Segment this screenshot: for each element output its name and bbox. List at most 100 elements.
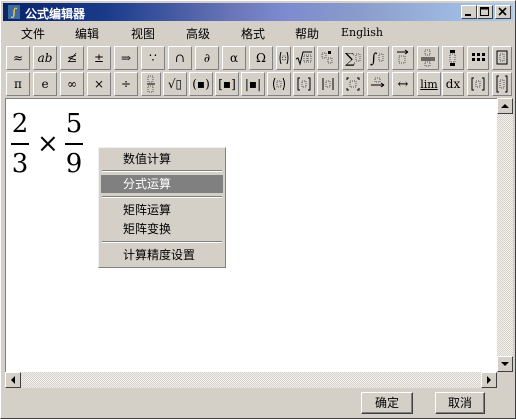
scroll-left-button[interactable] bbox=[5, 372, 21, 388]
matrix-template-button[interactable] bbox=[467, 46, 489, 70]
parens-icon: (▪) bbox=[192, 77, 210, 91]
fraction-bar-1 bbox=[11, 143, 29, 145]
menu-help[interactable]: 帮助 bbox=[295, 25, 319, 42]
symbol-toolbar: ≈ ab ≰ ± ⇒ ∵ ∩ ∂ α Ω ∑ ∫ bbox=[5, 46, 513, 71]
pi-icon: π bbox=[14, 77, 22, 91]
bracket-pair-icon bbox=[471, 77, 485, 91]
sum-template-button[interactable]: ∑ bbox=[342, 46, 364, 70]
paren-template-button[interactable] bbox=[267, 72, 291, 96]
bar-template-icon bbox=[322, 78, 334, 90]
subscript-template-button[interactable] bbox=[317, 46, 339, 70]
integral-template-button[interactable]: ∫ bbox=[367, 46, 389, 70]
menu-file[interactable]: 文件 bbox=[21, 25, 45, 42]
divide-button[interactable]: ÷ bbox=[114, 72, 138, 96]
ok-button[interactable]: 确定 bbox=[361, 392, 413, 414]
approx-icon: ≈ bbox=[12, 51, 24, 65]
menu-fraction-calc[interactable]: 分式运算 bbox=[101, 175, 223, 193]
differential-icon: dx bbox=[445, 77, 461, 91]
brackets-button[interactable]: [▪] bbox=[215, 72, 239, 96]
fraction-button[interactable] bbox=[141, 72, 161, 96]
spacing-button[interactable]: ab bbox=[33, 46, 57, 70]
overbar-template-button[interactable] bbox=[392, 46, 414, 70]
product-template-button[interactable] bbox=[442, 46, 464, 70]
numerator-2[interactable]: 5 bbox=[65, 109, 83, 139]
arrow-button[interactable]: ⇒ bbox=[114, 46, 138, 70]
bracket-template-button[interactable] bbox=[293, 72, 315, 96]
limit-icon: lim bbox=[420, 77, 438, 91]
calculus-button[interactable]: ∂ bbox=[195, 46, 219, 70]
title-bar[interactable]: ∫ 公式编辑器 bbox=[3, 3, 513, 21]
double-arrow-button[interactable]: ↔ bbox=[392, 72, 414, 96]
sqrt-button[interactable]: √▯ bbox=[163, 72, 187, 96]
svg-text:∫: ∫ bbox=[370, 51, 377, 67]
times-icon: × bbox=[93, 77, 105, 91]
formula-editing-area[interactable] bbox=[5, 98, 497, 372]
fraction-icon bbox=[147, 75, 155, 93]
scrollbar-corner bbox=[497, 372, 513, 388]
menu-precision-settings[interactable]: 计算精度设置 bbox=[101, 246, 223, 264]
integral-template-icon: ∫ bbox=[370, 51, 384, 67]
minimize-button[interactable] bbox=[461, 5, 477, 19]
arrow-label-template-button[interactable] bbox=[417, 46, 439, 70]
context-menu: 数值计算 分式运算 矩阵运算 矩阵变换 计算精度设置 bbox=[98, 147, 226, 268]
arrow-over-button[interactable] bbox=[367, 72, 389, 96]
scroll-right-button[interactable] bbox=[481, 372, 497, 388]
infinity-button[interactable]: ∞ bbox=[60, 72, 84, 96]
operator-button[interactable]: ± bbox=[87, 46, 111, 70]
limit-button[interactable]: lim bbox=[417, 72, 441, 96]
fraction-bar-2 bbox=[65, 143, 83, 145]
fence-template-button[interactable] bbox=[276, 46, 291, 70]
partial-icon: ∂ bbox=[203, 51, 211, 65]
menu-matrix-calc[interactable]: 矩阵运算 bbox=[101, 201, 223, 219]
pi-button[interactable]: π bbox=[6, 72, 30, 96]
menu-numeric-calc[interactable]: 数值计算 bbox=[101, 150, 223, 168]
times-button[interactable]: × bbox=[87, 72, 111, 96]
maximize-button[interactable] bbox=[477, 5, 493, 19]
product-template-icon bbox=[449, 50, 456, 66]
menu-view[interactable]: 视图 bbox=[131, 25, 155, 42]
menu-bar: 文件 编辑 视图 高级 格式 帮助 English bbox=[3, 22, 513, 42]
brace-template-button[interactable] bbox=[492, 72, 512, 96]
alpha-icon: α bbox=[229, 51, 239, 65]
formula-editor-window: ∫ 公式编辑器 文件 编辑 视图 高级 格式 帮助 English ≈ ab ≰… bbox=[0, 0, 516, 419]
logic-button[interactable]: ∵ bbox=[141, 46, 165, 70]
subscript-template-icon bbox=[321, 51, 333, 64]
vertical-scrollbar[interactable] bbox=[497, 98, 513, 372]
parens-button[interactable]: (▪) bbox=[189, 72, 213, 96]
denominator-2[interactable]: 9 bbox=[65, 149, 83, 179]
relation-button[interactable]: ≰ bbox=[60, 46, 84, 70]
differential-button[interactable]: dx bbox=[442, 72, 464, 96]
close-button[interactable] bbox=[495, 5, 511, 19]
horizontal-scrollbar[interactable] bbox=[5, 372, 497, 388]
overbar-template-icon bbox=[397, 49, 409, 64]
numerator-1[interactable]: 2 bbox=[11, 109, 29, 139]
svg-text:∑: ∑ bbox=[345, 51, 355, 67]
greek-lower-button[interactable]: α bbox=[222, 46, 246, 70]
matrix-box-button[interactable] bbox=[342, 72, 364, 96]
set-button[interactable]: ∩ bbox=[168, 46, 192, 70]
abs-icon: |▪| bbox=[244, 77, 262, 91]
double-arrow-icon: ↔ bbox=[397, 76, 409, 92]
radical-template-icon bbox=[295, 51, 312, 66]
times-operator[interactable]: × bbox=[37, 129, 59, 159]
menu-matrix-transform[interactable]: 矩阵变换 bbox=[101, 220, 223, 238]
box-template-button[interactable] bbox=[492, 46, 512, 70]
approx-button[interactable]: ≈ bbox=[6, 46, 30, 70]
e-button[interactable]: e bbox=[33, 72, 57, 96]
scroll-down-button[interactable] bbox=[497, 356, 513, 372]
bracket-pair-button[interactable] bbox=[467, 72, 489, 96]
menu-format[interactable]: 格式 bbox=[241, 25, 265, 42]
bar-template-button[interactable] bbox=[317, 72, 339, 96]
scroll-up-button[interactable] bbox=[497, 98, 513, 114]
abs-button[interactable]: |▪| bbox=[241, 72, 265, 96]
greek-upper-button[interactable]: Ω bbox=[249, 46, 273, 70]
cancel-button[interactable]: 取消 bbox=[435, 392, 485, 414]
menu-edit[interactable]: 编辑 bbox=[75, 25, 99, 42]
arrow-left-icon bbox=[11, 376, 15, 384]
matrix-box-icon bbox=[346, 77, 360, 91]
menu-separator bbox=[102, 241, 222, 243]
denominator-1[interactable]: 3 bbox=[11, 149, 29, 179]
radical-template-button[interactable] bbox=[293, 46, 315, 70]
menu-advanced[interactable]: 高级 bbox=[186, 25, 210, 42]
menu-english[interactable]: English bbox=[341, 26, 383, 39]
